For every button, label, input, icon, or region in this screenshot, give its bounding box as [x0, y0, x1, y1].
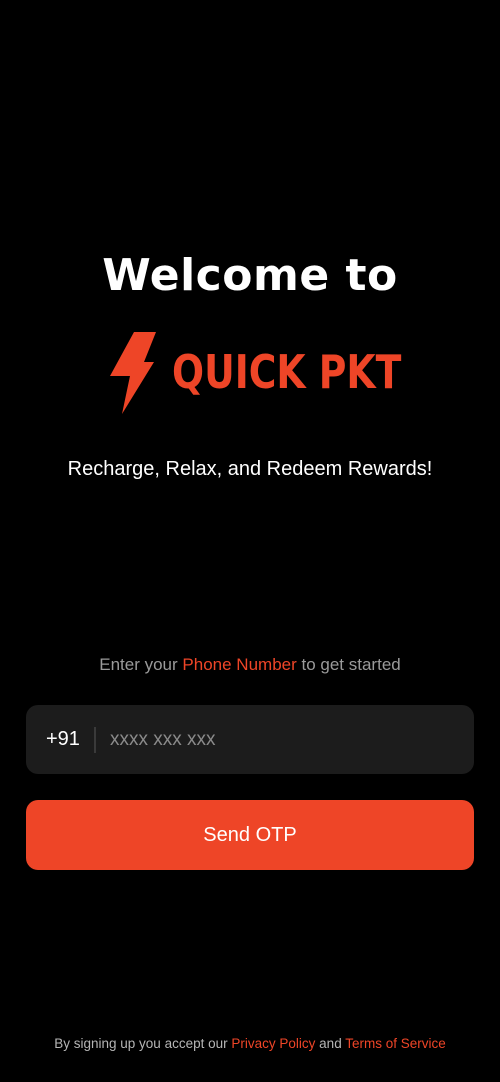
phone-number-input[interactable]	[110, 705, 450, 774]
tagline: Recharge, Relax, and Redeem Rewards!	[67, 458, 433, 480]
footer-conjunction: and	[319, 1036, 342, 1051]
phone-prompt: Enter your Phone Number to get started	[0, 655, 500, 675]
logo-wordmark: QUICK PKT	[172, 345, 402, 399]
welcome-title: Welcome to	[102, 250, 398, 301]
prompt-prefix: Enter your	[99, 655, 178, 674]
footer-text: By signing up you accept our	[54, 1036, 228, 1051]
terms-of-service-link[interactable]: Terms of Service	[345, 1036, 446, 1051]
lightning-bolt-icon	[110, 332, 156, 414]
app-logo: QUICK PKT	[108, 332, 401, 416]
send-otp-button[interactable]: Send OTP	[26, 800, 474, 870]
prompt-highlight: Phone Number	[182, 655, 297, 674]
phone-field[interactable]: +91	[26, 705, 474, 774]
legal-footer: By signing up you accept our Privacy Pol…	[0, 1036, 500, 1051]
country-code[interactable]: +91	[46, 705, 80, 774]
privacy-policy-link[interactable]: Privacy Policy	[231, 1036, 315, 1051]
prompt-suffix: to get started	[301, 655, 401, 674]
field-divider	[94, 727, 96, 753]
